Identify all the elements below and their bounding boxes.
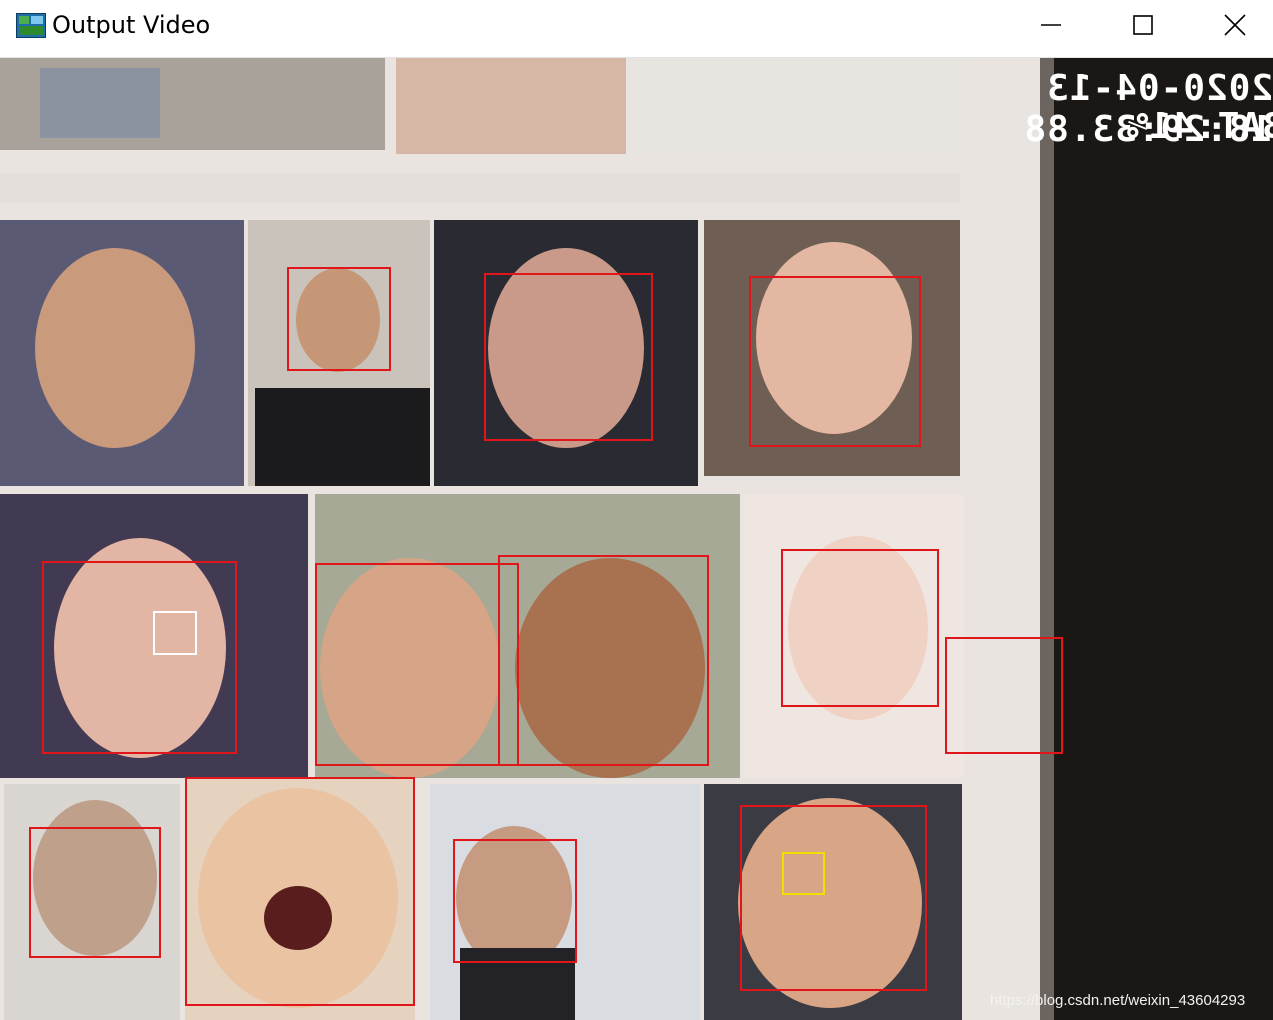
face-detection-box [453, 839, 577, 963]
video-frame: 2020-04-13 18:29:33.88 BAT:41% https://b… [0, 58, 1273, 1020]
face-detection-box [287, 267, 391, 371]
maximize-button[interactable] [1097, 0, 1189, 50]
face-detection-box [484, 273, 653, 441]
window-title-bar[interactable]: Output Video [0, 0, 1273, 58]
face-detection-box [945, 637, 1063, 754]
minimize-button[interactable] [1005, 0, 1097, 50]
face-detection-box [185, 777, 415, 1006]
minimize-icon [1041, 24, 1061, 26]
eye-detection-box [153, 611, 197, 655]
face-detection-box [315, 563, 519, 766]
eye-detection-box [782, 852, 825, 895]
face-detection-box [29, 827, 161, 958]
face-detection-box [42, 561, 237, 754]
face-detection-box [749, 276, 921, 447]
battery-overlay: BAT:41% [1126, 106, 1273, 147]
face-detection-box [781, 549, 939, 707]
video-app-icon [16, 13, 46, 38]
face-detection-box [498, 555, 709, 766]
window-title: Output Video [52, 11, 211, 39]
watermark-text: https://blog.csdn.net/weixin_43604293 [990, 992, 1246, 1009]
close-icon [1224, 14, 1246, 36]
face-detection-box [740, 805, 927, 991]
close-button[interactable] [1189, 0, 1273, 50]
maximize-icon [1133, 15, 1153, 35]
